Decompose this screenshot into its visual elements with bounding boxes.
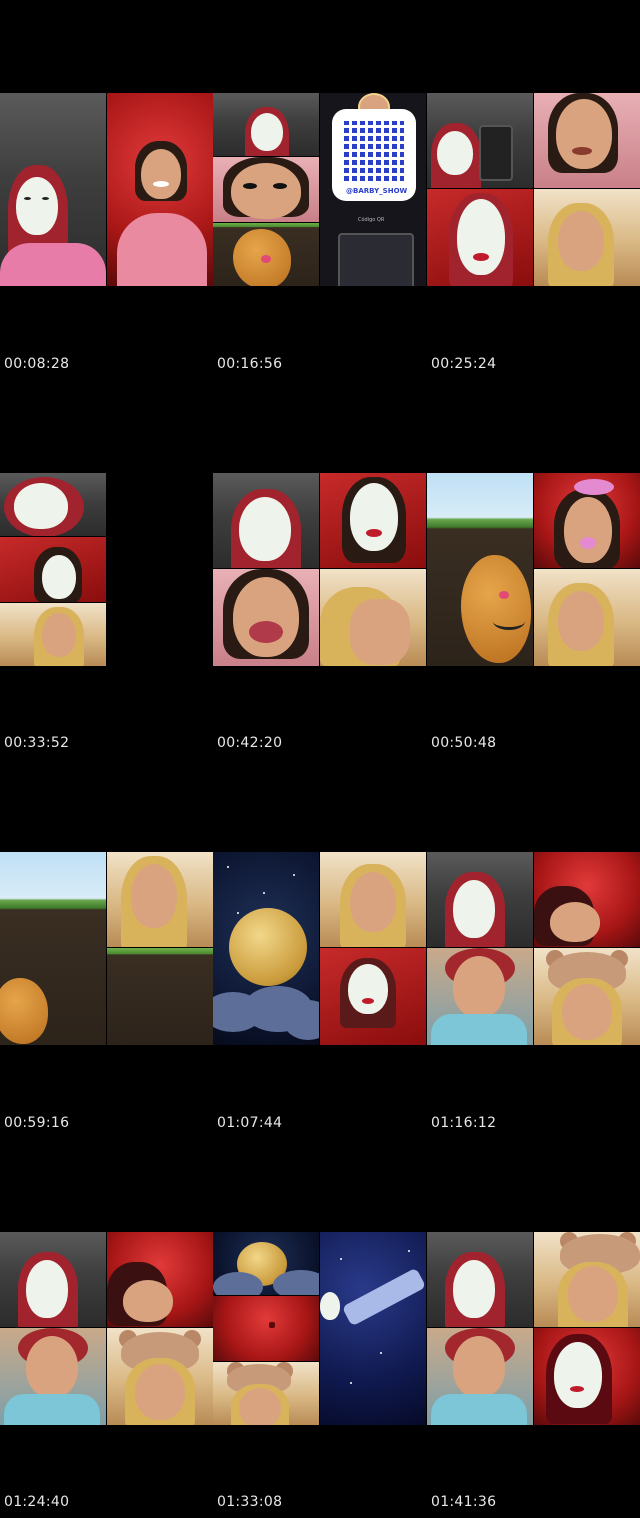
video-tile — [427, 473, 533, 666]
qr-code-card: @BARBY_SHOW — [332, 109, 416, 201]
video-tile — [213, 93, 319, 156]
timestamp-label: 01:41:36 — [431, 1494, 497, 1510]
video-tile — [534, 189, 640, 286]
video-tile — [534, 569, 640, 666]
video-tile — [320, 852, 426, 947]
video-tile — [320, 569, 426, 666]
video-tile — [320, 948, 426, 1045]
video-tile — [534, 852, 640, 947]
video-tile — [534, 1232, 640, 1327]
timestamp-label: 00:50:48 — [431, 735, 497, 751]
video-tile — [213, 852, 319, 1045]
video-tile — [0, 603, 106, 666]
thumbnail-00-33-52[interactable] — [0, 473, 213, 666]
thumbnail-01-16-12[interactable] — [427, 852, 640, 1045]
timestamp-label: 00:33:52 — [4, 735, 70, 751]
timestamp-label: 00:59:16 — [4, 1115, 70, 1131]
thumbnail-01-07-44[interactable] — [213, 852, 426, 1045]
thumbnail-00-08-28[interactable] — [0, 93, 213, 286]
video-tile — [213, 473, 319, 568]
thumbnail-00-25-24[interactable] — [427, 93, 640, 286]
timestamp-label: 01:07:44 — [217, 1115, 283, 1131]
video-tile — [107, 1328, 213, 1425]
thumbnail-row-3 — [0, 852, 640, 1045]
timestamp-label: 00:25:24 — [431, 356, 497, 372]
video-tile — [427, 948, 533, 1045]
video-tile — [107, 93, 213, 286]
thumbnail-00-42-20[interactable] — [213, 473, 426, 666]
video-tile — [107, 948, 213, 1045]
thumbnail-00-16-56[interactable]: @BARBY_SHOW Código QR — [213, 93, 426, 286]
video-tile — [320, 473, 426, 568]
video-tile — [427, 852, 533, 947]
video-tile — [534, 93, 640, 188]
video-tile — [427, 93, 533, 188]
timestamp-label: 01:33:08 — [217, 1494, 283, 1510]
video-tile — [0, 852, 106, 1045]
video-tile — [213, 1362, 319, 1425]
thumbnail-00-50-48[interactable] — [427, 473, 640, 666]
video-tile — [213, 1232, 319, 1295]
thumbnail-01-33-08[interactable] — [213, 1232, 426, 1425]
video-tile — [320, 1232, 426, 1425]
video-tile — [0, 93, 106, 286]
video-tile — [534, 473, 640, 568]
video-tile — [213, 157, 319, 222]
thumbnail-row-2 — [0, 473, 640, 666]
timestamp-label: 00:08:28 — [4, 356, 70, 372]
video-tile — [534, 1328, 640, 1425]
video-tile — [213, 1296, 319, 1361]
thumbnail-01-41-36[interactable] — [427, 1232, 640, 1425]
timestamp-label: 00:16:56 — [217, 356, 283, 372]
video-tile — [213, 223, 319, 286]
thumbnail-00-59-16[interactable] — [0, 852, 213, 1045]
qr-screen-tile: @BARBY_SHOW Código QR — [320, 93, 426, 286]
timestamp-label: 01:24:40 — [4, 1494, 70, 1510]
qr-code-icon — [344, 121, 404, 181]
thumbnail-01-24-40[interactable] — [0, 1232, 213, 1425]
thumbnail-row-4 — [0, 1232, 640, 1425]
video-tile — [107, 1232, 213, 1327]
timestamp-label: 00:42:20 — [217, 735, 283, 751]
video-tile — [0, 537, 106, 602]
thumbnail-row-1: @BARBY_SHOW Código QR — [0, 93, 640, 286]
video-tile — [213, 569, 319, 666]
qr-caption: Código QR — [358, 217, 385, 223]
video-tile — [107, 852, 213, 947]
qr-username: @BARBY_SHOW — [346, 187, 408, 195]
video-tile — [427, 1232, 533, 1327]
video-tile — [0, 473, 106, 536]
video-tile — [0, 1232, 106, 1327]
video-tile — [427, 1328, 533, 1425]
video-tile — [427, 189, 533, 286]
timestamp-label: 01:16:12 — [431, 1115, 497, 1131]
video-tile — [534, 948, 640, 1045]
video-tile — [0, 1328, 106, 1425]
